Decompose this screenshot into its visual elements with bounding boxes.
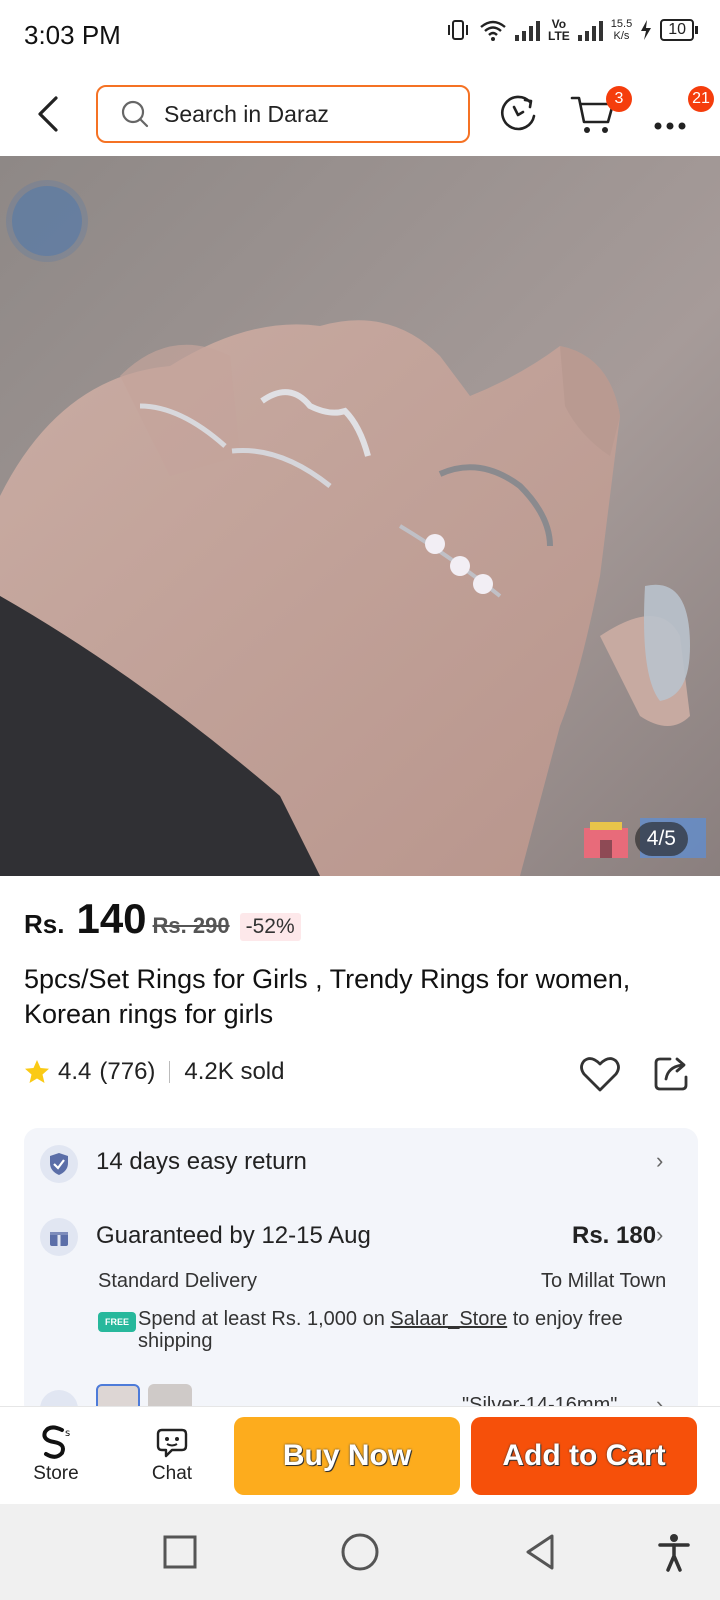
more-button[interactable]: 21 (652, 86, 714, 140)
cart-count-badge: 3 (606, 86, 632, 112)
system-nav-bar (0, 1504, 720, 1600)
status-icons: Vo LTE 15.5 K/s 10 (445, 17, 698, 43)
volte-indicator: Vo LTE (548, 17, 570, 43)
square-icon (163, 1535, 197, 1569)
sold-count: 4.2K sold (184, 1058, 285, 1085)
chat-button[interactable]: Chat (132, 1421, 212, 1485)
buy-now-button[interactable]: Buy Now (234, 1417, 460, 1495)
chat-icon (156, 1428, 188, 1458)
history-icon (501, 95, 536, 131)
service-info-card: 14 days easy return › Guaranteed by 12-1… (24, 1128, 698, 1418)
cart-button[interactable]: 3 (568, 86, 632, 140)
triangle-back-icon (526, 1534, 554, 1570)
home-button[interactable] (338, 1530, 382, 1574)
back-button[interactable] (28, 88, 68, 140)
search-placeholder: Search in Daraz (164, 100, 329, 127)
search-input[interactable]: Search in Daraz (96, 85, 470, 143)
delivery-type: Standard Delivery (98, 1270, 257, 1292)
more-dots-icon (654, 122, 686, 130)
chevron-right-icon: › (656, 1148, 664, 1173)
store-button[interactable]: s Store (16, 1421, 96, 1485)
touch-indicator (12, 186, 82, 256)
store-logo-icon: s (42, 1425, 70, 1459)
product-title: 5pcs/Set Rings for Girls , Trendy Rings … (24, 964, 631, 1029)
back-arrow-icon (38, 96, 58, 132)
status-time: 3:03 PM (24, 20, 121, 50)
store-label: Store (33, 1463, 79, 1484)
signal-icon-2 (577, 19, 603, 41)
discount-badge: -52% (239, 913, 301, 941)
heart-icon (580, 1057, 620, 1092)
accessibility-button[interactable] (652, 1530, 696, 1574)
delivery-fee: Rs. 180 (572, 1222, 657, 1249)
wifi-icon (480, 20, 506, 41)
rating-row[interactable]: 4.4 (776) 4.2K sold (24, 1058, 284, 1086)
bottom-action-bar: s Store Chat Buy Now Add to Cart (0, 1406, 720, 1504)
free-shipping-truck-icon: FREE (98, 1312, 136, 1332)
accessibility-icon (658, 1534, 690, 1572)
history-button[interactable] (492, 88, 544, 140)
delivery-title: Guaranteed by 12-15 Aug (96, 1222, 371, 1249)
charging-icon (641, 20, 652, 40)
chevron-right-icon: › (656, 1222, 664, 1247)
divider (169, 1061, 171, 1083)
add-to-cart-button[interactable]: Add to Cart (471, 1417, 697, 1495)
recents-button[interactable] (158, 1530, 202, 1574)
price-currency: Rs. (24, 909, 65, 939)
free-shipping-text: Spend at least Rs. 1,000 on Salaar_Store… (138, 1308, 623, 1352)
store-link[interactable]: Salaar_Store (390, 1308, 507, 1330)
rating-value: 4.4 (58, 1058, 92, 1085)
review-count: (776) (99, 1058, 156, 1085)
signal-icon (515, 19, 540, 41)
package-icon (40, 1218, 78, 1256)
share-button[interactable] (652, 1053, 692, 1093)
delivery-location: To Millat Town (541, 1270, 667, 1292)
product-photo (0, 156, 720, 876)
vibrate-icon (448, 20, 468, 40)
top-header: Search in Daraz 3 21 (0, 72, 720, 156)
search-icon (121, 100, 149, 128)
chat-label: Chat (151, 1463, 193, 1484)
battery-indicator: 10 (660, 19, 698, 41)
share-icon (654, 1057, 688, 1091)
status-bar: 3:03 PM Vo LTE 15.5 K/s 10 (0, 0, 720, 72)
original-price: Rs. 290 (152, 913, 230, 938)
star-icon (25, 1060, 49, 1083)
net-speed: 15.5 K/s (610, 18, 633, 42)
circle-icon (341, 1533, 379, 1571)
price-row: Rs. 140 Rs. 290 -52% (24, 895, 301, 943)
messages-count-badge: 21 (688, 86, 714, 112)
returns-text: 14 days easy return (96, 1148, 307, 1175)
image-counter: 4/5 (634, 822, 688, 856)
system-back-button[interactable] (518, 1530, 562, 1574)
svg-text:s: s (65, 1428, 70, 1439)
shield-check-icon (40, 1145, 78, 1183)
product-image-gallery[interactable]: 4/5 (0, 156, 720, 876)
wishlist-button[interactable] (578, 1052, 622, 1096)
price-value: 140 (76, 895, 147, 942)
